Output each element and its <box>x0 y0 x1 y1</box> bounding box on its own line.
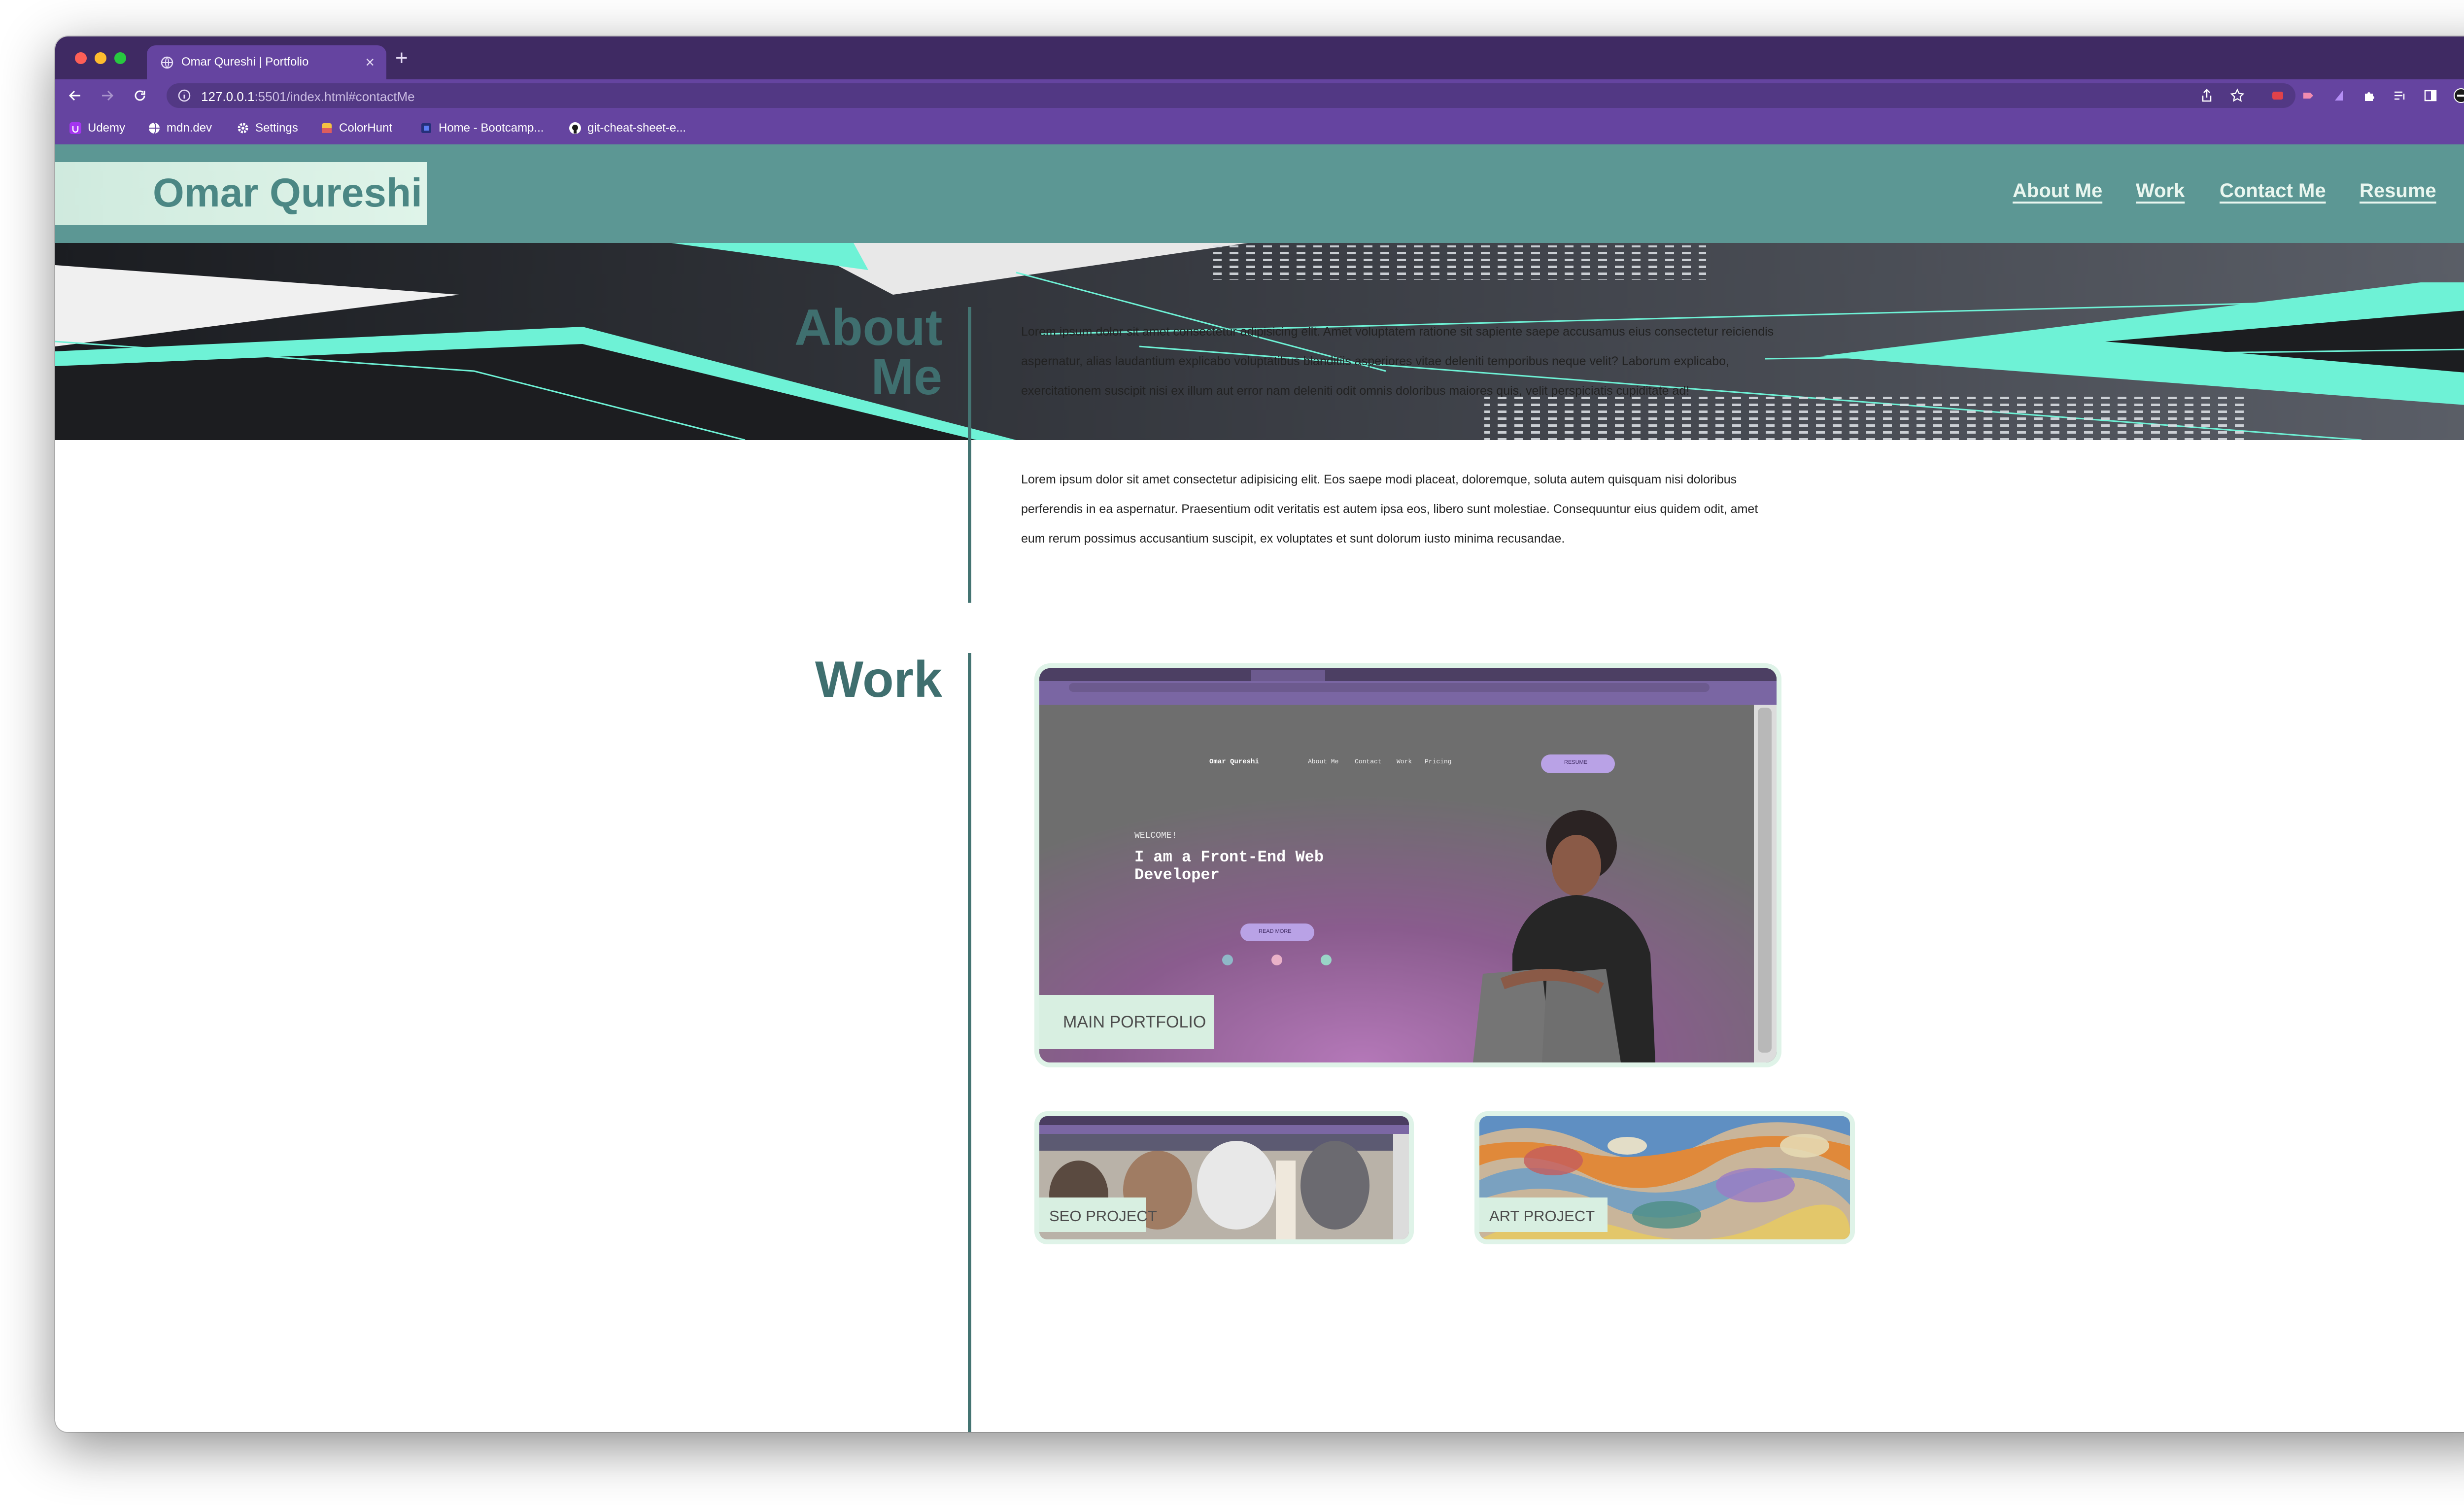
about-p2-line: Lorem ipsum dolor sit amet consectetur a… <box>1021 473 1737 486</box>
site-header: Omar Qureshi About Me Work Contact Me Re… <box>55 144 2464 243</box>
preview-nav-about: About Me <box>1308 758 1339 765</box>
address-bar[interactable]: 127.0.0.1:5501/index.html#contactMe <box>167 83 2295 108</box>
preview-nav-work: Work <box>1397 758 1412 765</box>
nav-work[interactable]: Work <box>2136 180 2185 202</box>
about-p1-line: aspernatur, alias laudantium explicabo v… <box>1021 354 1729 368</box>
main-portfolio-label-box: MAIN PORTFOLIO <box>1039 995 1214 1049</box>
seo-project-card[interactable]: SEO PROJECT <box>1039 1116 1409 1239</box>
forward-arrow-icon[interactable] <box>100 88 115 103</box>
reading-list-icon[interactable] <box>2392 88 2408 103</box>
art-project-card[interactable]: ART PROJECT <box>1479 1116 1850 1239</box>
about-p2-line: perferendis in ea aspernatur. Praesentiu… <box>1021 502 1758 516</box>
bookmark-label: Udemy <box>88 121 126 135</box>
nav-resume[interactable]: Resume <box>2360 180 2436 202</box>
preview-nav-contact: Contact <box>1355 758 1382 765</box>
bookmark-label: mdn.dev <box>167 121 212 135</box>
bookmark-bootcamp[interactable]: Home - Bootcamp... <box>420 120 544 137</box>
browser-tab-active[interactable]: Omar Qureshi | Portfolio × <box>147 45 386 79</box>
bookmark-label: Settings <box>255 121 298 135</box>
bookmark-label: Home - Bootcamp... <box>439 121 544 135</box>
about-title-line1: About <box>794 299 943 356</box>
url-path: :5501/index.html#contactMe <box>254 89 415 104</box>
tab-bar: Omar Qureshi | Portfolio × + <box>55 36 2464 79</box>
bookmark-colorhunt[interactable]: ColorHunt <box>320 120 392 137</box>
share-icon[interactable] <box>2199 88 2215 103</box>
bookmarks-bar: Udemy mdn.dev Settings ColorHunt Home - … <box>55 112 2464 144</box>
globe-icon <box>161 56 173 69</box>
bookmark-mdn[interactable]: mdn.dev <box>148 120 212 137</box>
art-project-label: ART PROJECT <box>1489 1207 1595 1225</box>
work-divider <box>968 653 971 1432</box>
extension-red-icon[interactable] <box>2270 88 2286 103</box>
maximize-window-button[interactable] <box>114 52 126 64</box>
about-p1-line: exercitationem suscipit nisi ex illum au… <box>1021 384 1690 398</box>
preview-headline-line1: I am a Front-End Web <box>1134 848 1324 866</box>
about-title: About Me <box>794 299 943 406</box>
site-logo[interactable]: Omar Qureshi <box>153 170 422 216</box>
bookmark-star-icon[interactable] <box>2229 88 2245 103</box>
profile-avatar-icon[interactable] <box>2453 88 2464 103</box>
bookmark-label: git-cheat-sheet-e... <box>587 121 686 135</box>
browser-toolbar: 127.0.0.1:5501/index.html#contactMe <box>55 79 2464 112</box>
preview-nav-pricing: Pricing <box>1425 758 1452 765</box>
bookmark-udemy[interactable]: Udemy <box>69 120 125 137</box>
main-portfolio-card[interactable]: Omar Qureshi About Me Contact Work Prici… <box>1039 668 1777 1062</box>
nav-about-me[interactable]: About Me <box>2013 180 2102 202</box>
extension-purple-icon[interactable] <box>2331 88 2347 103</box>
github-icon <box>569 122 581 134</box>
tab-close-icon[interactable]: × <box>365 52 375 72</box>
back-arrow-icon[interactable] <box>67 88 83 103</box>
puzzle-extensions-icon[interactable] <box>2361 88 2377 103</box>
preview-read-more-button: READ MORE <box>1259 928 1292 934</box>
about-paragraph-2: Lorem ipsum dolor sit amet consectetur a… <box>1021 465 1859 553</box>
nav-contact-me[interactable]: Contact Me <box>2220 180 2326 202</box>
globe-icon <box>149 122 160 134</box>
url-host: 127.0.0.1 <box>201 89 255 104</box>
side-panel-icon[interactable] <box>2423 88 2438 103</box>
seo-project-label: SEO PROJECT <box>1049 1207 1157 1225</box>
main-portfolio-label: MAIN PORTFOLIO <box>1063 1013 1206 1031</box>
art-project-label-box: ART PROJECT <box>1479 1197 1608 1232</box>
reload-icon[interactable] <box>132 88 148 103</box>
bootcamp-icon <box>421 123 431 133</box>
preview-resume-button: RESUME <box>1564 759 1588 765</box>
url-text: 127.0.0.1:5501/index.html#contactMe <box>201 89 415 104</box>
browser-window: Omar Qureshi | Portfolio × + 127.0.0.1:5… <box>55 36 2464 1432</box>
gear-icon <box>238 123 248 134</box>
about-paragraph-1: Lorem ipsum dolor sit amet consectetur a… <box>1021 317 1859 406</box>
colorhunt-icon <box>322 123 332 133</box>
about-p2-line: eum rerum possimus accusantium suscipit,… <box>1021 532 1565 546</box>
new-tab-button[interactable]: + <box>395 46 408 70</box>
extension-pink-icon[interactable] <box>2300 88 2316 103</box>
work-title: Work <box>815 651 942 708</box>
seo-project-label-box: SEO PROJECT <box>1039 1197 1157 1232</box>
preview-headline-line2: Developer <box>1134 866 1220 884</box>
close-window-button[interactable] <box>75 52 87 64</box>
page-viewport: Omar Qureshi About Me Work Contact Me Re… <box>55 144 2464 1432</box>
tab-title: Omar Qureshi | Portfolio <box>181 55 309 68</box>
about-divider <box>968 307 971 603</box>
bookmark-git-cheat-sheet[interactable]: git-cheat-sheet-e... <box>569 120 686 137</box>
preview-headline: I am a Front-End Web Developer <box>1134 849 1324 884</box>
preview-logo: Omar Qureshi <box>1209 758 1259 766</box>
bookmark-label: ColorHunt <box>339 121 393 135</box>
udemy-icon <box>69 122 81 134</box>
preview-welcome: WELCOME! <box>1134 831 1177 841</box>
about-title-line2: Me <box>871 348 942 406</box>
about-p1-line: Lorem ipsum dolor sit amet consectetur a… <box>1021 325 1774 339</box>
bookmark-settings[interactable]: Settings <box>237 120 298 137</box>
minimize-window-button[interactable] <box>95 52 106 64</box>
info-icon[interactable] <box>177 89 191 103</box>
